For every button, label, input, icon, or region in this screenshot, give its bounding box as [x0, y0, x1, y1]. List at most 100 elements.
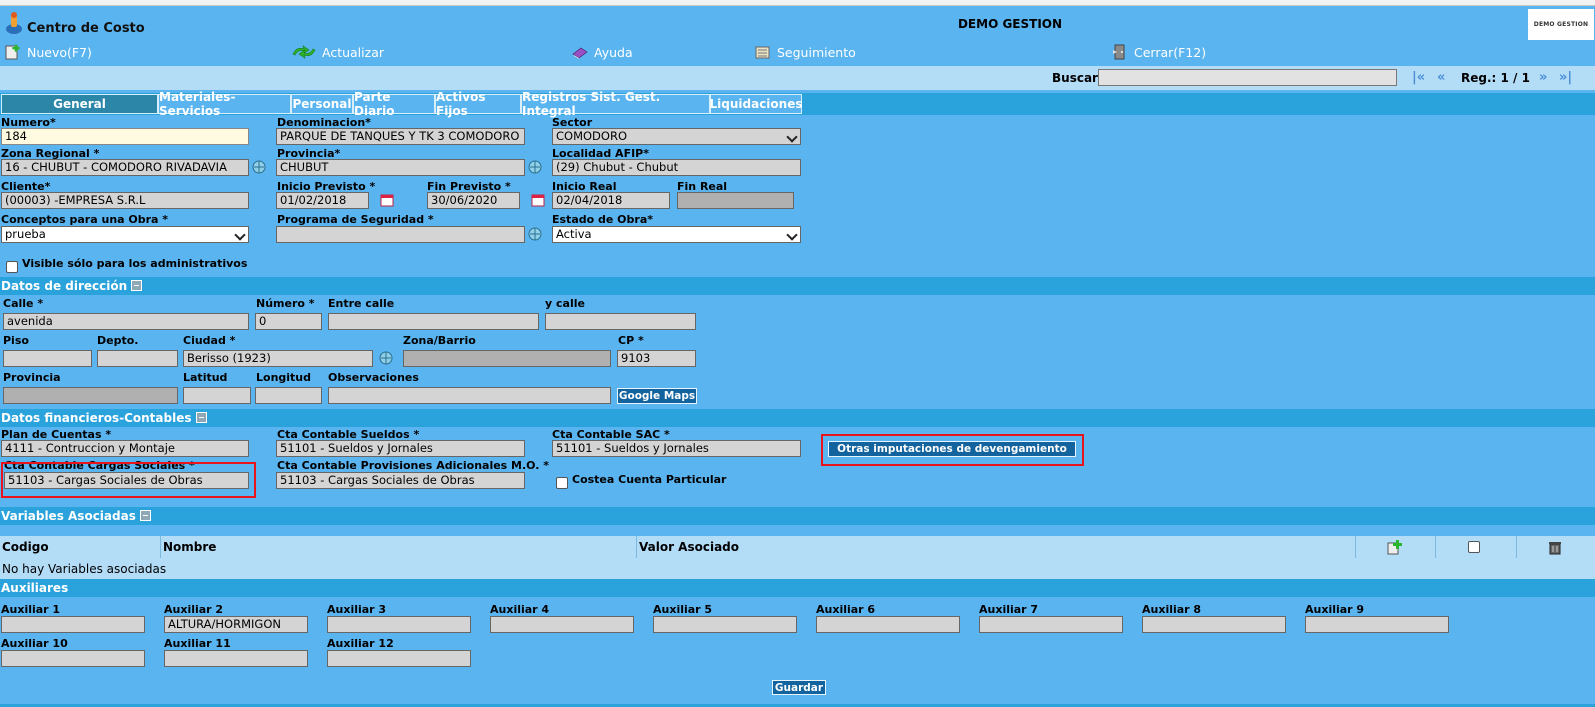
highlight-box [821, 434, 1084, 466]
next-record-button[interactable]: » [1539, 70, 1547, 85]
tab-general[interactable]: General [1, 94, 158, 114]
search-label: Buscar [1052, 71, 1098, 85]
cliente-field[interactable]: (00003) -EMPRESA S.R.L [1, 192, 249, 209]
zona-regional-field[interactable]: 16 - CHUBUT - COMODORO RIVADAVIA [1, 159, 249, 176]
new-button[interactable]: Nuevo(F7) [4, 44, 92, 60]
zona-barrio-field[interactable] [403, 350, 611, 367]
calle-label: Calle * [3, 297, 44, 310]
record-counter: Reg.: 1 / 1 [1461, 71, 1530, 85]
auxiliar-label: Auxiliar 2 [164, 603, 224, 616]
refresh-button[interactable]: Actualizar [291, 44, 384, 60]
plan-cuentas-field[interactable]: 4111 - Contruccion y Montaje [1, 440, 249, 457]
first-record-button[interactable]: |« [1412, 70, 1425, 85]
auxiliar-field[interactable] [1, 616, 145, 633]
google-maps-button[interactable]: Google Maps [617, 388, 697, 404]
direccion-section-title: Datos de dirección [1, 279, 128, 293]
auxiliar-field[interactable] [1, 650, 145, 667]
piso-label: Piso [3, 334, 29, 347]
auxiliar-field[interactable] [327, 616, 471, 633]
help-button[interactable]: Ayuda [571, 44, 633, 60]
search-globe-icon[interactable] [527, 226, 543, 242]
conceptos-select[interactable]: prueba [1, 226, 249, 243]
cp-field[interactable]: 9103 [617, 350, 696, 367]
ciudad-field[interactable]: Berisso (1923) [183, 350, 373, 367]
auxiliar-field[interactable] [164, 650, 308, 667]
visible-checkbox[interactable] [6, 261, 18, 273]
save-button[interactable]: Guardar [772, 680, 826, 695]
numero-dir-field[interactable]: 0 [255, 313, 322, 330]
auxiliar-field[interactable] [490, 616, 634, 633]
provincia-field[interactable]: CHUBUT [276, 159, 525, 176]
new-button-label: Nuevo(F7) [27, 44, 92, 60]
calendar-icon[interactable] [379, 192, 395, 208]
app-header: Centro de Costo DEMO GESTION DEMO GESTIO… [0, 6, 1595, 40]
estado-select[interactable]: Activa [552, 226, 801, 243]
previous-record-button[interactable]: « [1437, 70, 1445, 85]
latitud-field[interactable] [183, 387, 251, 404]
numero-field[interactable]: 184 [1, 128, 249, 145]
tab-registros-sgi[interactable]: Registros Sist. Gest. Integral [521, 90, 710, 118]
auxiliar-field[interactable] [1305, 616, 1449, 633]
auxiliar-field[interactable] [327, 650, 471, 667]
auxiliar-label: Auxiliar 7 [979, 603, 1039, 616]
auxiliar-label: Auxiliar 9 [1305, 603, 1365, 616]
cta-sueldos-field[interactable]: 51101 - Sueldos y Jornales [276, 440, 525, 457]
auxiliar-field[interactable]: ALTURA/HORMIGON [164, 616, 308, 633]
collapse-icon[interactable] [195, 412, 207, 423]
conceptos-label: Conceptos para una Obra * [1, 213, 169, 226]
tracking-button[interactable]: Seguimiento [754, 44, 856, 60]
denominacion-field[interactable]: PARQUE DE TANQUES Y TK 3 COMODORO [276, 128, 525, 145]
provincia-dir-field[interactable] [3, 387, 178, 404]
calendar-icon[interactable] [530, 192, 546, 208]
search-input[interactable] [1098, 69, 1397, 86]
inicio-real-field[interactable]: 02/04/2018 [552, 192, 670, 209]
auxiliar-label: Auxiliar 4 [490, 603, 550, 616]
col-select [1436, 536, 1517, 558]
cta-provisiones-field[interactable]: 51103 - Cargas Sociales de Obras [276, 472, 525, 489]
tab-activos-fijos[interactable]: Activos Fijos [435, 90, 521, 118]
cta-sac-field[interactable]: 51101 - Sueldos y Jornales [552, 440, 801, 457]
auxiliar-field[interactable] [1142, 616, 1286, 633]
company-logo: DEMO GESTION [1528, 9, 1594, 40]
piso-field[interactable] [3, 350, 92, 367]
collapse-icon[interactable] [139, 510, 151, 521]
variables-table-header: Codigo Nombre Valor Asociado [0, 536, 1595, 558]
tracking-button-label: Seguimiento [777, 44, 856, 60]
fin-real-field[interactable] [677, 192, 794, 209]
localidad-field[interactable]: (29) Chubut - Chubut [552, 159, 801, 176]
search-globe-icon[interactable] [527, 159, 543, 175]
auxiliar-field[interactable] [816, 616, 960, 633]
depto-field[interactable] [97, 350, 178, 367]
longitud-field[interactable] [255, 387, 322, 404]
observaciones-field[interactable] [328, 387, 611, 404]
help-button-label: Ayuda [594, 44, 633, 60]
sector-select[interactable]: COMODORO [552, 128, 801, 145]
tab-personal[interactable]: Personal [291, 94, 353, 114]
y-calle-field[interactable] [545, 313, 696, 330]
col-valor: Valor Asociado [637, 536, 1356, 558]
select-all-checkbox[interactable] [1468, 541, 1480, 553]
fin-previsto-field[interactable]: 30/06/2020 [427, 192, 520, 209]
auxiliar-label: Auxiliar 5 [653, 603, 713, 616]
company-title: DEMO GESTION [957, 17, 1063, 31]
entre-calle-field[interactable] [328, 313, 539, 330]
tab-liquidaciones[interactable]: Liquidaciones [710, 94, 803, 114]
tab-materiales-servicios[interactable]: Materiales-Servicios [158, 90, 291, 118]
last-record-button[interactable]: »| [1559, 70, 1572, 85]
ciudad-label: Ciudad * [183, 334, 236, 347]
auxiliar-label: Auxiliar 10 [1, 637, 68, 650]
costea-checkbox[interactable] [556, 477, 568, 489]
tab-parte-diario[interactable]: Parte Diario [353, 90, 435, 118]
search-globe-icon[interactable] [378, 350, 394, 366]
auxiliar-field[interactable] [979, 616, 1123, 633]
search-globe-icon[interactable] [251, 159, 267, 175]
calle-field[interactable]: avenida [3, 313, 249, 330]
collapse-icon[interactable] [131, 280, 143, 291]
close-button-label: Cerrar(F12) [1134, 44, 1207, 60]
programa-field[interactable] [276, 226, 525, 243]
add-variable-icon[interactable] [1386, 539, 1402, 555]
auxiliar-field[interactable] [653, 616, 797, 633]
close-button[interactable]: Cerrar(F12) [1111, 44, 1206, 60]
inicio-previsto-field[interactable]: 01/02/2018 [276, 192, 369, 209]
trash-icon[interactable] [1547, 539, 1563, 555]
